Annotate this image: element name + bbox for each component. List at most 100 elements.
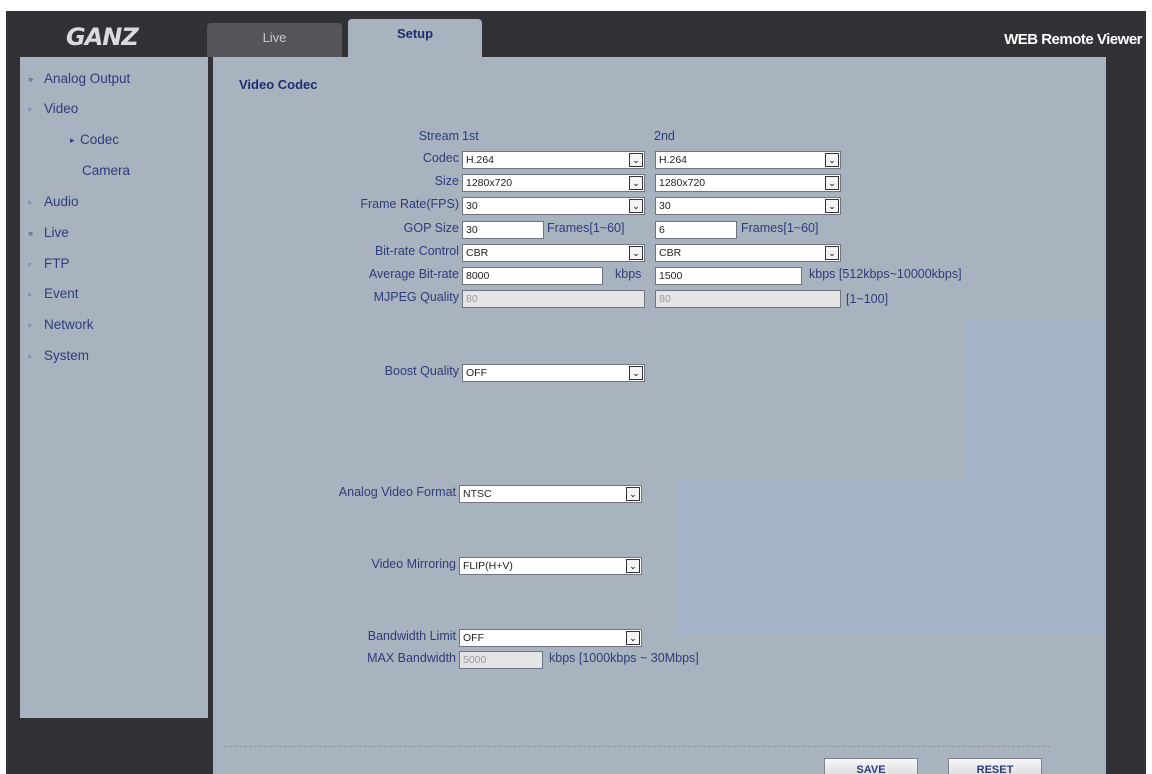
codec-label: Codec (422, 151, 459, 165)
square-bullet-icon: ▫ (28, 197, 32, 208)
select-value: FLIP(H+V) (463, 560, 513, 572)
dropdown-arrow-icon: ⌄ (825, 153, 839, 167)
reset-button[interactable]: RESET (948, 758, 1042, 774)
bitrate-control-label: Bit-rate Control (374, 244, 459, 258)
video-mirroring-select[interactable]: FLIP(H+V) ⌄ (459, 557, 642, 575)
select-value: 1280x720 (466, 177, 513, 189)
mjpeg-quality-input-1st[interactable]: 80 (462, 290, 645, 308)
select-value: 30 (466, 200, 478, 212)
select-value: H.264 (659, 154, 688, 166)
gop-hint-2nd: Frames[1~60] (741, 221, 819, 235)
sidebar-item-label: Live (44, 225, 69, 240)
gop-size-label: GOP Size (403, 221, 459, 235)
sidebar-item-event[interactable]: ▫ Event (28, 286, 79, 301)
analog-video-format-select[interactable]: NTSC ⌄ (459, 485, 642, 503)
sidebar-item-network[interactable]: ▫ Network (28, 317, 94, 332)
sidebar-item-ftp[interactable]: ▫ FTP (28, 256, 70, 271)
tab-live[interactable]: Live (207, 23, 342, 57)
double-arrow-icon: » (28, 228, 34, 239)
square-bullet-icon: ▫ (28, 259, 32, 270)
save-button[interactable]: SAVE (824, 758, 918, 774)
dropdown-arrow-icon: ⌄ (825, 176, 839, 190)
square-bullet-icon: ▫ (28, 289, 32, 300)
ganz-logo: GANZ (66, 23, 139, 51)
select-value: 1280x720 (659, 177, 706, 189)
boost-quality-label: Boost Quality (384, 364, 459, 378)
codec-select-2nd[interactable]: H.264 ⌄ (655, 151, 841, 169)
dropdown-arrow-icon: ⌄ (825, 199, 839, 213)
codec-select-1st[interactable]: H.264 ⌄ (462, 151, 645, 169)
size-label: Size (434, 174, 459, 188)
select-value: NTSC (463, 488, 492, 500)
select-value: OFF (466, 367, 487, 379)
bitrate-control-select-2nd[interactable]: CBR ⌄ (655, 244, 841, 262)
tab-setup[interactable]: Setup (348, 19, 482, 57)
bandwidth-limit-label: Bandwidth Limit (367, 629, 456, 643)
mjpeg-quality-hint: [1~100] (846, 292, 889, 306)
size-select-2nd[interactable]: 1280x720 ⌄ (655, 174, 841, 192)
sidebar-item-label: Audio (44, 194, 79, 209)
max-bandwidth-hint: kbps [1000kbps ~ 30Mbps] (549, 651, 699, 665)
mjpeg-quality-label: MJPEG Quality (373, 290, 459, 304)
select-value: CBR (466, 247, 489, 259)
frame-rate-select-1st[interactable]: 30 ⌄ (462, 197, 645, 215)
bandwidth-limit-select[interactable]: OFF ⌄ (459, 629, 642, 647)
dropdown-arrow-icon: ⌄ (626, 559, 640, 573)
sidebar-item-label: System (44, 348, 90, 363)
avg-bitrate-unit: kbps (615, 267, 642, 281)
frame-rate-label: Frame Rate(FPS) (360, 197, 459, 211)
sidebar-item-codec[interactable]: ▸ Codec (70, 132, 119, 147)
avg-bitrate-input-2nd[interactable]: 1500 (655, 267, 802, 285)
background-patch (964, 319, 1106, 479)
sidebar-item-system[interactable]: ▫ System (28, 348, 89, 363)
sidebar-item-label: Camera (82, 163, 131, 178)
double-arrow-icon: » (28, 74, 34, 85)
background-patch (678, 479, 1106, 636)
dropdown-arrow-icon: ⌄ (825, 246, 839, 260)
caret-right-icon: ▸ (70, 134, 75, 145)
square-bullet-icon: ▫ (28, 104, 32, 115)
app-title: WEB Remote Viewer (1004, 31, 1142, 48)
select-value: H.264 (466, 154, 495, 166)
dropdown-arrow-icon: ⌄ (629, 246, 643, 260)
section-title: Video Codec (239, 77, 318, 92)
select-value: CBR (659, 247, 682, 259)
dropdown-arrow-icon: ⌄ (626, 631, 640, 645)
sidebar-item-video[interactable]: ▫ Video (28, 101, 78, 116)
dropdown-arrow-icon: ⌄ (629, 176, 643, 190)
analog-video-format-label: Analog Video Format (338, 485, 456, 499)
gop-size-input-1st[interactable]: 30 (462, 221, 544, 239)
sidebar: » Analog Output ▫ Video ▸ Codec Camera ▫ Aud… (20, 57, 208, 718)
bitrate-control-select-1st[interactable]: CBR ⌄ (462, 244, 645, 262)
dropdown-arrow-icon: ⌄ (626, 487, 640, 501)
stream-label: Stream (418, 129, 459, 143)
square-bullet-icon: ▫ (28, 351, 32, 362)
sidebar-item-label: Codec (80, 132, 120, 147)
gop-size-input-2nd[interactable]: 6 (655, 221, 737, 239)
dropdown-arrow-icon: ⌄ (629, 366, 643, 380)
sidebar-item-camera[interactable]: Camera (82, 163, 130, 178)
sidebar-item-label: Event (44, 286, 79, 301)
square-bullet-icon: ▫ (28, 320, 32, 331)
gop-hint-1st: Frames[1~60] (547, 221, 625, 235)
sidebar-item-analog-output[interactable]: » Analog Output (28, 71, 130, 86)
size-select-1st[interactable]: 1280x720 ⌄ (462, 174, 645, 192)
sidebar-item-audio[interactable]: ▫ Audio (28, 194, 79, 209)
stream-first-label: 1st (462, 129, 479, 143)
main-panel: Video Codec Stream 1st 2nd Codec H.264 ⌄ … (213, 57, 1106, 774)
sidebar-item-live[interactable]: » Live (28, 225, 69, 240)
frame-rate-select-2nd[interactable]: 30 ⌄ (655, 197, 841, 215)
avg-bitrate-hint: kbps [512kbps~10000kbps] (809, 267, 962, 281)
mjpeg-quality-input-2nd[interactable]: 80 (655, 290, 841, 308)
sidebar-item-label: FTP (44, 256, 70, 271)
avg-bitrate-input-1st[interactable]: 8000 (462, 267, 603, 285)
stream-second-label: 2nd (654, 129, 675, 143)
select-value: 30 (659, 200, 671, 212)
sidebar-item-label: Analog Output (44, 71, 131, 86)
divider (224, 746, 1050, 747)
avg-bitrate-label: Average Bit-rate (368, 267, 459, 281)
sidebar-item-label: Video (44, 101, 79, 116)
max-bandwidth-input[interactable]: 5000 (459, 651, 543, 669)
sidebar-item-label: Network (44, 317, 94, 332)
boost-quality-select[interactable]: OFF ⌄ (462, 364, 645, 382)
